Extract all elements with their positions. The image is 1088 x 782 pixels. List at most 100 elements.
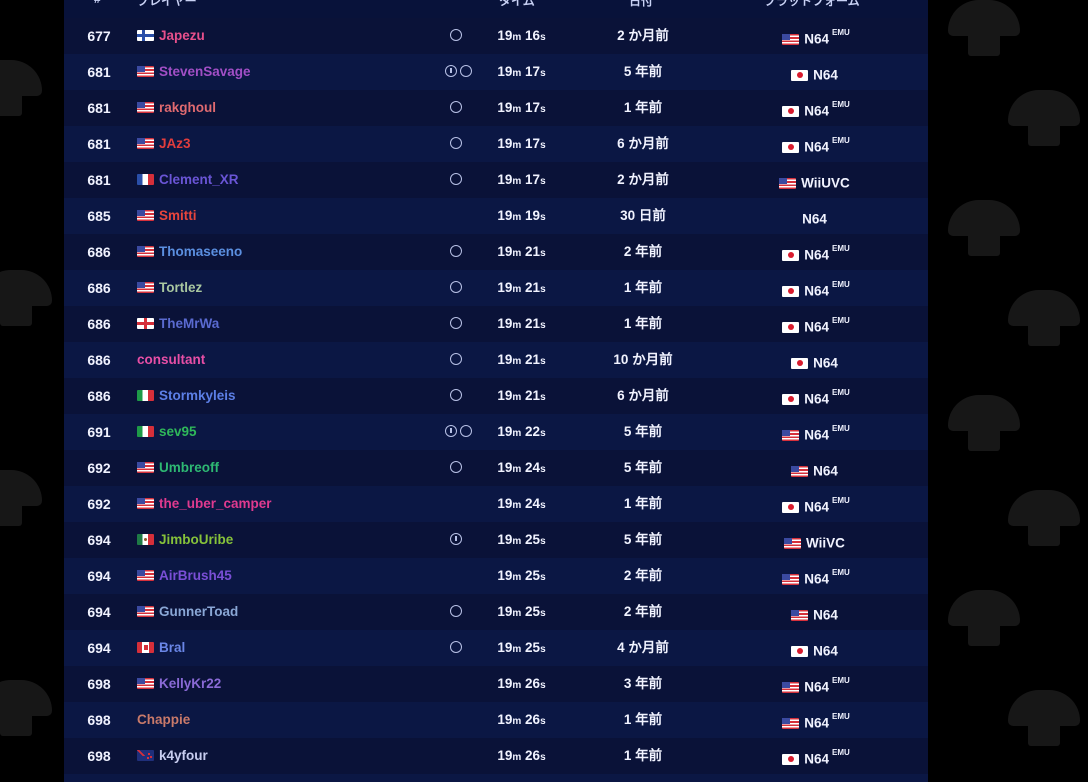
- run-icons: [442, 342, 462, 378]
- run-time[interactable]: 19m 21s: [474, 270, 569, 306]
- comment-icon[interactable]: [450, 101, 462, 113]
- table-row[interactable]: 694 JimboUribe 19m 25s 5 年前 WiiVC: [64, 522, 928, 558]
- comment-icon[interactable]: [450, 461, 462, 473]
- player-name-link[interactable]: k4yfour: [159, 748, 208, 763]
- player-name-link[interactable]: TheMrWa: [159, 316, 219, 331]
- header-platform[interactable]: プラットフォーム: [764, 0, 860, 9]
- player-name-link[interactable]: Stormkyleis: [159, 388, 236, 403]
- run-time[interactable]: 19m 21s: [474, 378, 569, 414]
- header-player[interactable]: プレイヤー: [137, 0, 197, 9]
- table-row[interactable]: 681 Clement_XR 19m 17s 2 か月前 WiiUVC: [64, 162, 928, 198]
- run-icons: [442, 54, 472, 90]
- run-time[interactable]: 19m 25s: [474, 558, 569, 594]
- comment-icon[interactable]: [450, 389, 462, 401]
- table-row[interactable]: 698 k4yfour 19m 26s 1 年前 N64 EMU: [64, 738, 928, 774]
- table-row[interactable]: 694 AirBrush45 19m 25s 2 年前 N64 EMU: [64, 558, 928, 594]
- player-name-link[interactable]: Japezu: [159, 28, 205, 43]
- player-name-link[interactable]: Thomaseeno: [159, 244, 242, 259]
- run-time[interactable]: 19m 26s: [474, 702, 569, 738]
- player-name-link[interactable]: Tortlez: [159, 280, 202, 295]
- run-time[interactable]: 19m 16s: [474, 18, 569, 54]
- table-row[interactable]: 681 StevenSavage 19m 17s 5 年前 N64: [64, 54, 928, 90]
- header-time[interactable]: タイム: [499, 0, 535, 9]
- player-name-link[interactable]: StevenSavage: [159, 64, 251, 79]
- table-row[interactable]: 694 GunnerToad 19m 25s 2 年前 N64: [64, 594, 928, 630]
- run-time[interactable]: 19m 26s: [474, 738, 569, 774]
- table-row[interactable]: 686 Tortlez 19m 21s 1 年前 N64 EMU: [64, 270, 928, 306]
- run-time[interactable]: 19m 17s: [474, 162, 569, 198]
- time-minutes: 19: [497, 64, 513, 79]
- run-date: 2 か月前: [617, 172, 669, 187]
- player-name-link[interactable]: the_uber_camper: [159, 496, 272, 511]
- comment-icon[interactable]: [460, 425, 472, 437]
- rank: 691: [87, 424, 111, 440]
- run-time[interactable]: 19m 17s: [474, 90, 569, 126]
- comment-icon[interactable]: [460, 65, 472, 77]
- region-flag-icon: [782, 33, 800, 45]
- run-time[interactable]: 19m 21s: [474, 234, 569, 270]
- run-time[interactable]: 19m 21s: [474, 342, 569, 378]
- table-row[interactable]: 686 Thomaseeno 19m 21s 2 年前 N64 EMU: [64, 234, 928, 270]
- table-row[interactable]: 681 rakghoul 19m 17s 1 年前 N64 EMU: [64, 90, 928, 126]
- platform-name: N64: [804, 283, 829, 299]
- run-time[interactable]: 19m 26s: [474, 666, 569, 702]
- player-cell: consultant: [137, 342, 437, 378]
- platform-name: WiiVC: [806, 535, 845, 551]
- player-name-link[interactable]: Umbreoff: [159, 460, 219, 475]
- comment-icon[interactable]: [450, 173, 462, 185]
- player-name-link[interactable]: consultant: [137, 352, 205, 367]
- player-name-link[interactable]: Bral: [159, 640, 185, 655]
- table-row[interactable]: 677 Japezu 19m 16s 2 か月前 N64 EMU: [64, 18, 928, 54]
- run-time[interactable]: 19m 19s: [474, 198, 569, 234]
- run-time[interactable]: 19m 24s: [474, 450, 569, 486]
- table-row[interactable]: 681 JAz3 19m 17s 6 か月前 N64 EMU: [64, 126, 928, 162]
- comment-icon[interactable]: [450, 245, 462, 257]
- run-time[interactable]: 19m 21s: [474, 306, 569, 342]
- comment-icon[interactable]: [450, 137, 462, 149]
- info-icon[interactable]: [445, 425, 457, 437]
- comment-icon[interactable]: [450, 281, 462, 293]
- table-row[interactable]: 692 the_uber_camper 19m 24s 1 年前 N64 EMU: [64, 486, 928, 522]
- comment-icon[interactable]: [450, 353, 462, 365]
- table-row[interactable]: 694 Bral 19m 25s 4 か月前 N64: [64, 630, 928, 666]
- table-row[interactable]: 686 TheMrWa 19m 21s 1 年前 N64 EMU: [64, 306, 928, 342]
- run-time[interactable]: 19m 17s: [474, 54, 569, 90]
- player-name-link[interactable]: GunnerToad: [159, 604, 238, 619]
- run-date: 1 年前: [623, 316, 663, 331]
- table-row[interactable]: 686 consultant 19m 21s 10 か月前 N64: [64, 342, 928, 378]
- player-name-link[interactable]: JAz3: [159, 136, 191, 151]
- table-row[interactable]: 698 Chappie 19m 26s 1 年前 N64 EMU: [64, 702, 928, 738]
- run-time[interactable]: 19m 17s: [474, 126, 569, 162]
- player-name-link[interactable]: rakghoul: [159, 100, 216, 115]
- run-time[interactable]: 19m 24s: [474, 486, 569, 522]
- comment-icon[interactable]: [450, 641, 462, 653]
- comment-icon[interactable]: [450, 29, 462, 41]
- player-name-link[interactable]: Chappie: [137, 712, 190, 727]
- run-time[interactable]: 19m 25s: [474, 522, 569, 558]
- player-name-link[interactable]: Smitti: [159, 208, 197, 223]
- player-name-link[interactable]: AirBrush45: [159, 568, 232, 583]
- run-time[interactable]: 19m 25s: [474, 630, 569, 666]
- rank: 694: [87, 604, 111, 620]
- comment-icon[interactable]: [450, 317, 462, 329]
- table-row[interactable]: 686 Stormkyleis 19m 21s 6 か月前 N64 EMU: [64, 378, 928, 414]
- run-time[interactable]: 19m 25s: [474, 594, 569, 630]
- run-time[interactable]: 19m 22s: [474, 414, 569, 450]
- header-rank[interactable]: #: [94, 0, 101, 6]
- table-row[interactable]: 691 sev95 19m 22s 5 年前 N64 EMU: [64, 414, 928, 450]
- player-name-link[interactable]: Clement_XR: [159, 172, 239, 187]
- time-seconds: 17: [525, 172, 541, 187]
- table-row[interactable]: 692 Umbreoff 19m 24s 5 年前 N64: [64, 450, 928, 486]
- rank: 685: [87, 208, 111, 224]
- platform-cell: N64: [716, 450, 916, 486]
- player-name-link[interactable]: KellyKr22: [159, 676, 221, 691]
- player-name-link[interactable]: sev95: [159, 424, 197, 439]
- time-minutes: 19: [497, 208, 513, 223]
- info-icon[interactable]: [450, 533, 462, 545]
- header-date[interactable]: 日付: [629, 0, 653, 9]
- table-row[interactable]: 698 KellyKr22 19m 26s 3 年前 N64 EMU: [64, 666, 928, 702]
- info-icon[interactable]: [445, 65, 457, 77]
- table-row[interactable]: 685 Smitti 19m 19s 30 日前 N64: [64, 198, 928, 234]
- player-name-link[interactable]: JimboUribe: [159, 532, 233, 547]
- comment-icon[interactable]: [450, 605, 462, 617]
